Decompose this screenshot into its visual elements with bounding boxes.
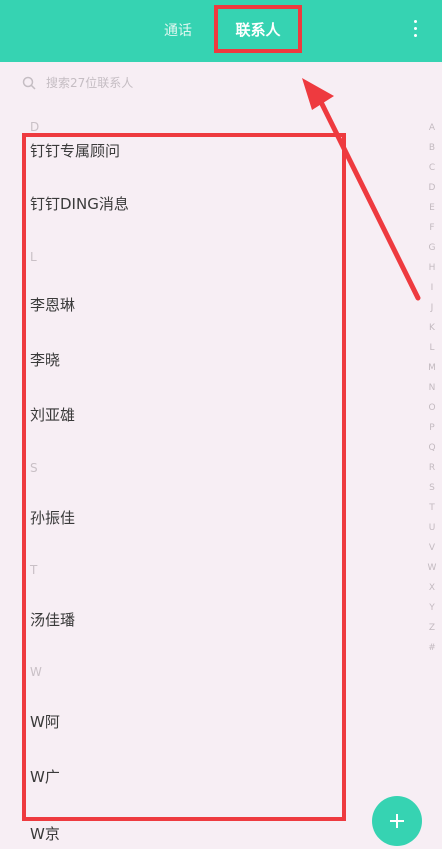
contact-item[interactable]: 李晓 <box>30 349 60 370</box>
plus-icon <box>390 814 404 828</box>
contact-item[interactable]: 汤佳璠 <box>30 609 75 630</box>
section-header-t: T <box>30 563 38 577</box>
index-letter[interactable]: Q <box>428 438 435 458</box>
index-letter[interactable]: Y <box>429 598 435 618</box>
annotation-arrow-icon <box>302 78 421 301</box>
contact-item[interactable]: W京 <box>30 823 60 844</box>
contact-item[interactable]: 钉钉专属顾问 <box>30 140 120 161</box>
section-header-s: S <box>30 461 38 475</box>
index-letter[interactable]: V <box>429 538 435 558</box>
index-letter[interactable]: P <box>429 418 434 438</box>
contact-item[interactable]: 刘亚雄 <box>30 404 75 425</box>
index-letter[interactable]: W <box>428 558 437 578</box>
index-letter[interactable]: O <box>428 398 435 418</box>
index-letter[interactable]: U <box>429 518 436 538</box>
add-contact-button[interactable] <box>372 796 422 846</box>
section-header-w: W <box>30 665 42 679</box>
contact-item[interactable]: 李恩琳 <box>30 294 75 315</box>
index-letter[interactable]: L <box>429 338 434 358</box>
section-header-d: D <box>30 120 40 134</box>
index-letter[interactable]: # <box>428 638 436 658</box>
index-letter[interactable]: T <box>429 498 435 518</box>
index-letter[interactable]: K <box>429 318 435 338</box>
index-letter[interactable]: X <box>429 578 435 598</box>
index-letter[interactable]: S <box>429 478 435 498</box>
contact-item[interactable]: 孙振佳 <box>30 507 75 528</box>
contact-item[interactable]: 钉钉DING消息 <box>30 193 129 214</box>
index-letter[interactable]: N <box>429 378 436 398</box>
contact-item[interactable]: W阿 <box>30 711 60 732</box>
index-letter[interactable]: M <box>428 358 436 378</box>
section-header-l: L <box>30 250 37 264</box>
index-letter[interactable]: Z <box>429 618 435 638</box>
index-letter[interactable]: R <box>429 458 435 478</box>
contact-item[interactable]: W广 <box>30 766 60 787</box>
